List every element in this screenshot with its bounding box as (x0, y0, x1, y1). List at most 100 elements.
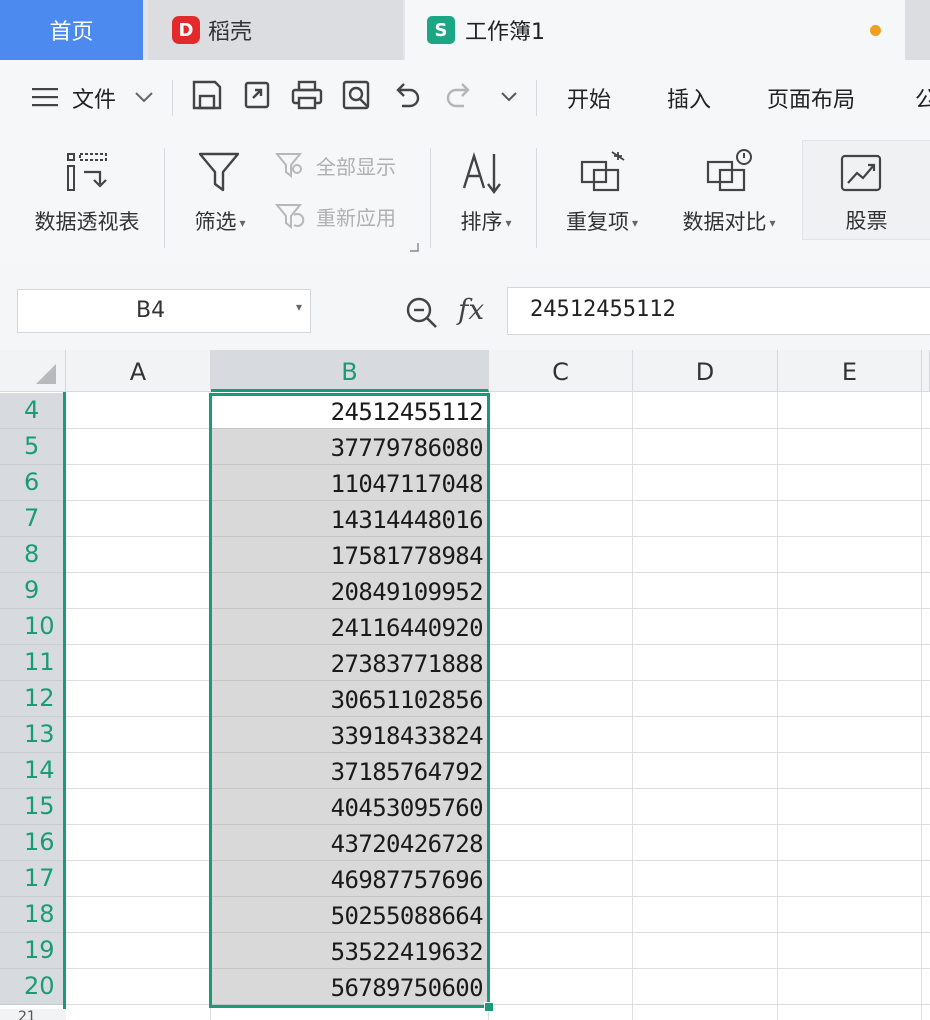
export-icon[interactable] (241, 78, 275, 112)
show-all-icon (274, 153, 303, 179)
name-box[interactable]: B4 ▾ (17, 289, 311, 333)
row-header[interactable]: 17 (0, 861, 66, 897)
gridline (66, 1004, 930, 1005)
ribbon: 文件 开始 插入 页面布局 公 数据透视表 筛选 ▾ 全部显示 重新应用 排序 … (0, 60, 930, 265)
fill-handle[interactable] (484, 1002, 494, 1012)
compare-dropdown-icon: ▾ (769, 216, 776, 230)
data-compare-button[interactable]: 数据对比 ▾ (670, 146, 788, 246)
gridline (66, 644, 930, 645)
gridline (66, 680, 930, 681)
row-header[interactable]: 15 (0, 789, 66, 825)
reapply-label: 重新应用 (316, 205, 396, 230)
gridline (66, 860, 930, 861)
menu-start[interactable]: 开始 (567, 82, 611, 114)
gridline (66, 500, 930, 501)
column-header-a[interactable]: A (66, 350, 211, 392)
reapply-button[interactable]: 重新应用 (274, 201, 396, 231)
column-header-d[interactable]: D (633, 350, 778, 392)
tab-home-label: 首页 (49, 20, 94, 45)
unsaved-dot-icon (870, 25, 881, 36)
stock-button[interactable]: 股票 (802, 140, 930, 240)
divider (172, 80, 173, 116)
column-header-c[interactable]: C (489, 350, 633, 392)
row-header[interactable]: 5 (0, 429, 66, 465)
sort-button[interactable]: 排序 ▾ (446, 146, 526, 246)
tab-bar-edge (905, 0, 930, 60)
tab-home[interactable]: 首页 (0, 0, 143, 60)
reapply-icon (274, 204, 305, 230)
duplicates-button[interactable]: 重复项 ▾ (552, 146, 652, 246)
row-header[interactable]: 11 (0, 645, 66, 681)
row-header[interactable]: 10 (0, 609, 66, 645)
row-header[interactable]: 12 (0, 681, 66, 717)
stock-chart-icon (840, 154, 882, 192)
tab-daoke-label: 稻壳 (208, 20, 253, 45)
tab-bar: 首页 D 稻壳 S 工作簿1 (0, 0, 930, 60)
filter-button[interactable]: 筛选 ▾ (180, 146, 260, 246)
row-header-21[interactable]: 21 (0, 1009, 66, 1020)
row-header[interactable]: 14 (0, 753, 66, 789)
divider (536, 80, 537, 116)
show-all-button[interactable]: 全部显示 (274, 150, 396, 180)
selection-border (209, 393, 490, 1008)
menu-file[interactable]: 文件 (72, 82, 116, 114)
column-header-b[interactable]: B (211, 350, 489, 392)
select-all-corner[interactable] (0, 350, 66, 392)
print-preview-icon[interactable] (340, 78, 374, 112)
row-header[interactable]: 6 (0, 465, 66, 501)
name-box-value: B4 (136, 298, 166, 323)
print-icon[interactable] (290, 78, 324, 112)
sort-dropdown-icon: ▾ (505, 216, 512, 230)
divider (536, 148, 537, 248)
tab-workbook[interactable]: S 工作簿1 (405, 0, 905, 60)
filter-funnel-icon (198, 152, 240, 192)
row-header[interactable]: 16 (0, 825, 66, 861)
name-box-dropdown-icon[interactable]: ▾ (296, 300, 302, 314)
row-header[interactable]: 18 (0, 897, 66, 933)
menu-page-layout[interactable]: 页面布局 (767, 82, 855, 114)
show-all-label: 全部显示 (316, 154, 396, 179)
gridline (66, 752, 930, 753)
row-header[interactable]: 20 (0, 969, 66, 1005)
more-chevron-icon[interactable] (499, 90, 519, 104)
sort-label: 排序 (460, 210, 503, 234)
select-all-icon (36, 364, 56, 384)
undo-icon[interactable] (390, 78, 424, 112)
tab-daoke[interactable]: D 稻壳 (148, 0, 403, 60)
row-header[interactable]: 13 (0, 717, 66, 753)
gridline (66, 968, 930, 969)
menu-formulas[interactable]: 公 (915, 82, 930, 114)
group-launcher-icon[interactable] (409, 242, 419, 252)
row-header[interactable]: 19 (0, 933, 66, 969)
gridline (632, 392, 633, 1020)
hamburger-icon[interactable] (32, 86, 60, 108)
fx-icon[interactable]: fx (458, 293, 484, 326)
gridline (66, 536, 930, 537)
data-compare-icon (706, 149, 752, 192)
daoke-logo-icon: D (172, 16, 200, 44)
zoom-search-icon[interactable] (404, 295, 440, 331)
column-header-f[interactable] (922, 350, 930, 392)
formula-bar: B4 ▾ fx 24512455112 (0, 265, 930, 350)
filter-label: 筛选 (194, 210, 237, 234)
row-header[interactable]: 4 (0, 393, 66, 429)
gridline (66, 932, 930, 933)
filter-dropdown-icon: ▾ (239, 216, 246, 230)
gridline (921, 392, 922, 1020)
row-header-selection-bar (63, 392, 66, 1009)
spreadsheet-grid: A B C D E 4 24512455112 5 37779786080 6 11047… (0, 350, 930, 1020)
save-icon[interactable] (190, 78, 224, 112)
formula-input[interactable]: 24512455112 (507, 287, 930, 335)
column-header-e[interactable]: E (778, 350, 922, 392)
gridline (777, 392, 778, 1020)
chevron-down-icon[interactable] (134, 90, 154, 104)
row-header[interactable]: 9 (0, 573, 66, 609)
pivot-table-button[interactable]: 数据透视表 (22, 146, 152, 246)
data-compare-label: 数据对比 (682, 210, 767, 234)
redo-icon[interactable] (442, 78, 476, 112)
row-header[interactable]: 8 (0, 537, 66, 573)
gridline (66, 428, 930, 429)
row-header[interactable]: 7 (0, 501, 66, 537)
menu-row: 文件 开始 插入 页面布局 公 (0, 60, 930, 138)
menu-insert[interactable]: 插入 (667, 82, 711, 114)
